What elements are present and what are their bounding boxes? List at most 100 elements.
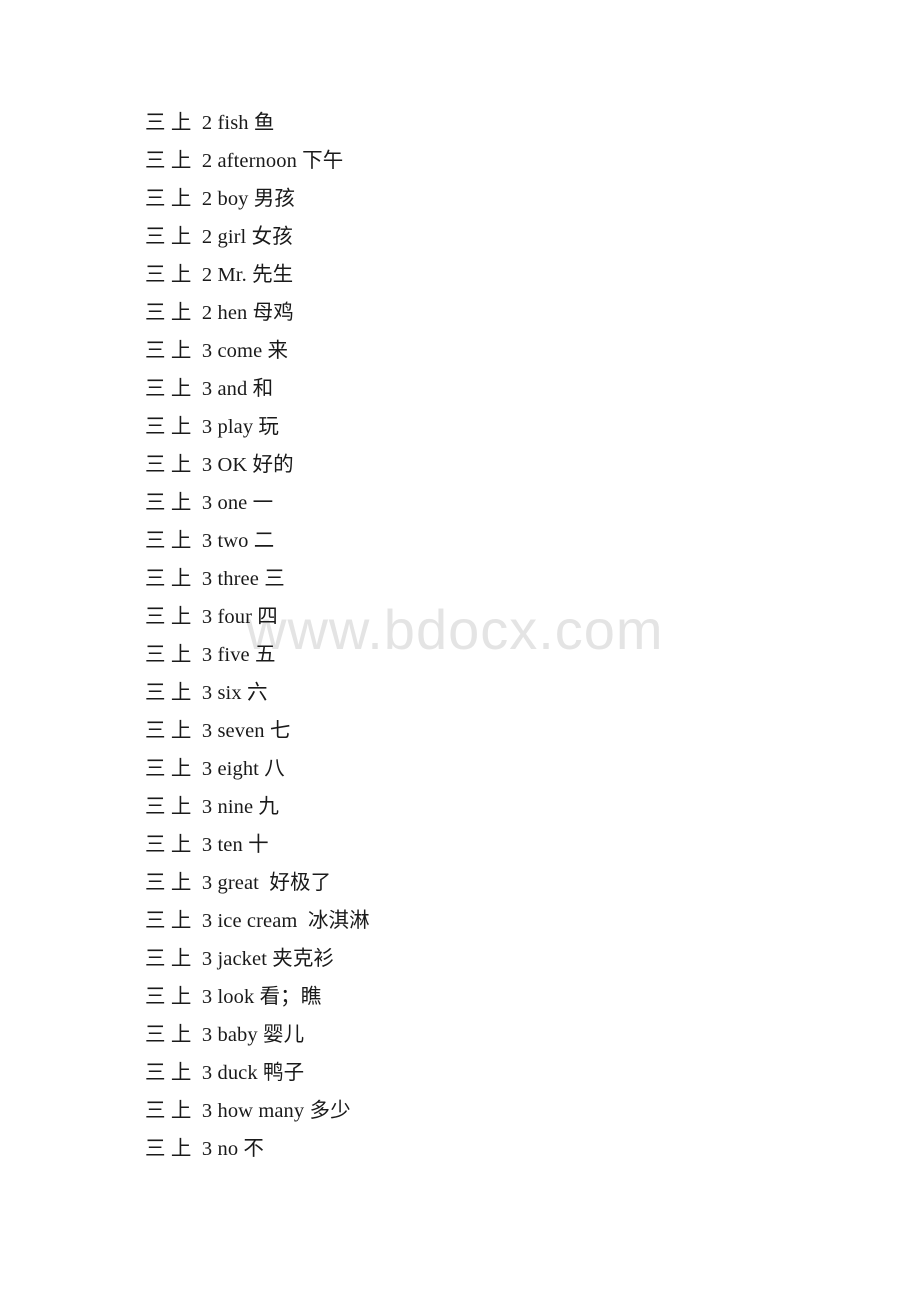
unit-number: 3 [201,492,213,514]
grade-term-label: 三 上 [145,986,192,1008]
grade-term-label: 三 上 [145,606,192,628]
chinese-gloss: 下午 [302,150,344,172]
vocabulary-row: 三 上 3 two 二 [145,522,920,560]
grade-term-label: 三 上 [145,150,192,172]
vocabulary-row: 三 上 2 hen 母鸡 [145,294,920,332]
grade-term-label: 三 上 [145,264,192,286]
grade-term-label: 三 上 [145,1100,192,1122]
vocabulary-row: 三 上 3 and 和 [145,370,920,408]
grade-term-label: 三 上 [145,302,192,324]
english-word: three [217,568,259,590]
english-word: four [217,606,253,628]
grade-term-label: 三 上 [145,834,192,856]
unit-number: 3 [201,568,213,590]
chinese-gloss: 鸭子 [262,1062,305,1084]
chinese-gloss: 六 [246,682,268,704]
unit-number: 3 [201,340,213,362]
unit-number: 3 [201,644,213,666]
english-word: five [217,644,250,666]
unit-number: 3 [201,834,213,856]
english-word: nine [217,796,254,818]
document-page: www.bdocx.com 三 上 2 fish 鱼三 上 2 afternoo… [0,0,920,1302]
english-word: duck [217,1062,258,1084]
unit-number: 3 [201,1062,213,1084]
chinese-gloss: 五 [255,644,276,666]
grade-term-label: 三 上 [145,416,192,438]
chinese-gloss: 七 [269,720,291,742]
vocabulary-row: 三 上 3 great 好极了 [145,864,920,902]
english-word: jacket [217,948,268,970]
grade-term-label: 三 上 [145,454,192,476]
grade-term-label: 三 上 [145,1138,192,1160]
chinese-gloss: 十 [248,834,269,856]
chinese-gloss: 二 [253,530,275,552]
vocabulary-row: 三 上 3 come 来 [145,332,920,370]
vocabulary-row: 三 上 3 ten 十 [145,826,920,864]
chinese-gloss: 来 [267,340,289,362]
english-word: no [217,1138,239,1160]
chinese-gloss: 看；瞧 [259,986,322,1008]
english-word: how many [217,1100,305,1122]
unit-number: 2 [201,150,213,172]
unit-number: 3 [201,378,213,400]
chinese-gloss: 先生 [252,264,294,286]
english-word: great [217,872,259,894]
unit-number: 3 [201,682,213,704]
chinese-gloss: 女孩 [251,226,293,248]
english-word: hen [217,302,248,324]
word-gloss-gap [297,910,307,932]
unit-number: 3 [201,758,213,780]
unit-number: 3 [201,1024,213,1046]
english-word: girl [217,226,247,248]
english-word: ice cream [217,910,298,932]
english-word: baby [217,1024,258,1046]
english-word: and [217,378,248,400]
chinese-gloss: 八 [264,758,285,780]
vocabulary-row: 三 上 3 eight 八 [145,750,920,788]
english-word: one [217,492,248,514]
english-word: ten [217,834,243,856]
chinese-gloss: 不 [243,1138,265,1160]
vocabulary-row: 三 上 3 how many 多少 [145,1092,920,1130]
unit-number: 3 [201,796,213,818]
english-word: two [217,530,249,552]
chinese-gloss: 冰淇淋 [307,910,370,932]
vocabulary-row: 三 上 3 OK 好的 [145,446,920,484]
chinese-gloss: 四 [257,606,278,628]
grade-term-label: 三 上 [145,758,192,780]
unit-number: 3 [201,948,213,970]
vocabulary-row: 三 上 2 girl 女孩 [145,218,920,256]
grade-term-label: 三 上 [145,568,192,590]
chinese-gloss: 夹克衫 [272,948,335,970]
grade-term-label: 三 上 [145,682,192,704]
english-word: boy [217,188,249,210]
vocabulary-row: 三 上 2 afternoon 下午 [145,142,920,180]
unit-number: 3 [201,1138,213,1160]
grade-term-label: 三 上 [145,948,192,970]
grade-term-label: 三 上 [145,796,192,818]
unit-number: 3 [201,454,213,476]
chinese-gloss: 一 [252,492,274,514]
chinese-gloss: 好极了 [269,872,332,894]
chinese-gloss: 鱼 [253,112,275,134]
vocabulary-row: 三 上 3 no 不 [145,1130,920,1168]
english-word: fish [217,112,249,134]
unit-number: 2 [201,302,213,324]
vocabulary-row: 三 上 3 seven 七 [145,712,920,750]
grade-term-label: 三 上 [145,872,192,894]
grade-term-label: 三 上 [145,910,192,932]
english-word: OK [217,454,248,476]
english-word: six [217,682,242,704]
unit-number: 2 [201,188,213,210]
grade-term-label: 三 上 [145,492,192,514]
chinese-gloss: 婴儿 [262,1024,305,1046]
vocabulary-row: 三 上 3 nine 九 [145,788,920,826]
english-word: look [217,986,255,1008]
chinese-gloss: 多少 [309,1100,351,1122]
english-word: eight [217,758,259,780]
chinese-gloss: 三 [264,568,285,590]
grade-term-label: 三 上 [145,112,192,134]
vocabulary-row: 三 上 3 look 看；瞧 [145,978,920,1016]
chinese-gloss: 和 [252,378,274,400]
vocabulary-list: 三 上 2 fish 鱼三 上 2 afternoon 下午三 上 2 boy … [145,104,920,1168]
